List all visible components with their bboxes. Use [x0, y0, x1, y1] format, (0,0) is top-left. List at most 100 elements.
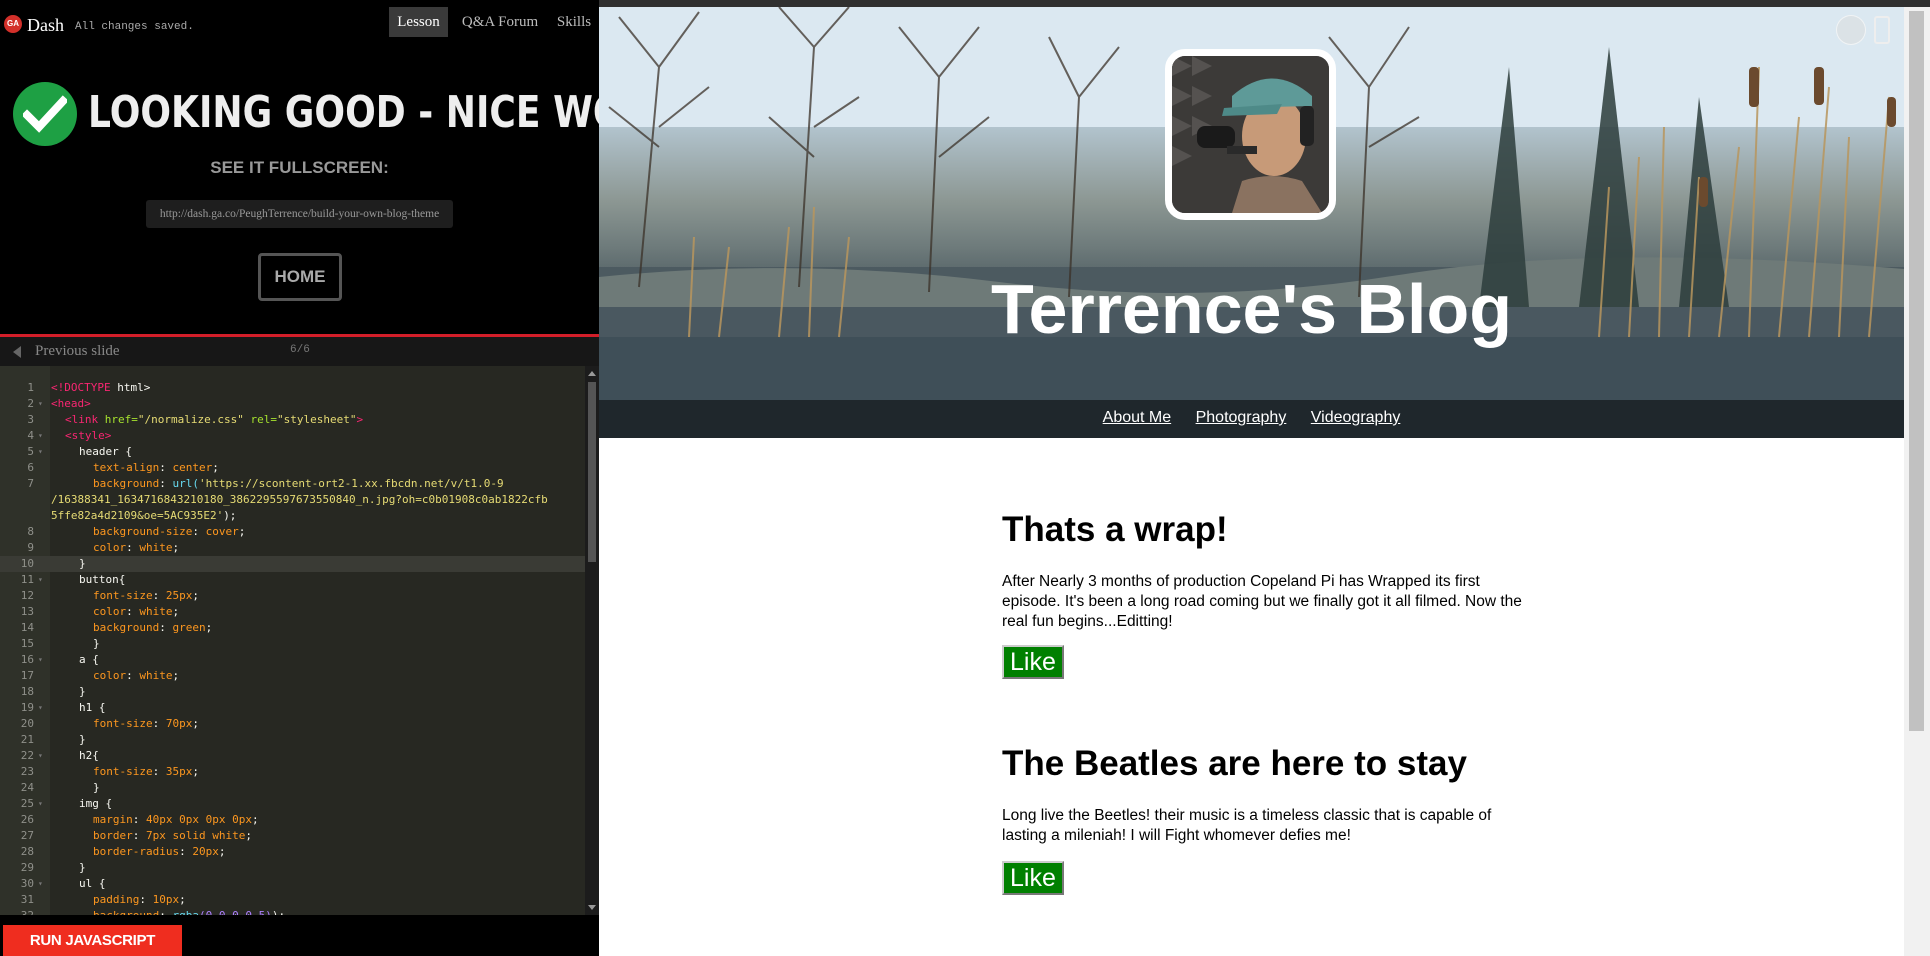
- code-line[interactable]: 20 font-size: 70px;: [0, 716, 585, 732]
- code-line[interactable]: 2 ▾ <head>: [0, 396, 585, 412]
- line-number: 31: [20, 893, 34, 906]
- line-number: 29: [20, 861, 34, 874]
- code-token: h1 {: [79, 701, 106, 714]
- success-panel: LOOKING GOOD - NICE WORK! SEE IT FULLSCR…: [0, 37, 696, 334]
- code-token: color: [93, 605, 127, 618]
- scroll-up-icon[interactable]: [588, 371, 596, 376]
- line-number: 14: [20, 621, 34, 634]
- line-number: 15: [20, 637, 34, 650]
- ga-logo-icon[interactable]: GA: [4, 15, 22, 33]
- code-line[interactable]: 24}: [0, 780, 585, 796]
- code-token: "stylesheet": [276, 413, 357, 426]
- code-line[interactable]: 12 font-size: 25px;: [0, 588, 585, 604]
- line-number: 23: [20, 765, 34, 778]
- blog-title: Terrence's Blog: [990, 270, 1513, 348]
- fold-arrow-icon[interactable]: ▾: [38, 748, 43, 764]
- code-line[interactable]: 23 font-size: 35px;: [0, 764, 585, 780]
- code-token: white: [139, 669, 173, 682]
- tab-skills[interactable]: Skills: [550, 7, 598, 37]
- run-javascript-button[interactable]: RUN JAVASCRIPT: [3, 925, 182, 956]
- code-token: 25px: [165, 589, 193, 602]
- code-token: ;: [245, 829, 252, 842]
- code-token: 40px 0px 0px 0px: [146, 813, 252, 826]
- code-line[interactable]: 8 background-size: cover;: [0, 524, 585, 540]
- tab-qa-forum[interactable]: Q&A Forum: [452, 7, 548, 37]
- code-line[interactable]: 5 ▾ header {: [0, 444, 585, 460]
- code-line[interactable]: 17 color: white;: [0, 668, 585, 684]
- nav-link-videography[interactable]: Videography: [1311, 400, 1401, 436]
- code-line[interactable]: 26 margin: 40px 0px 0px 0px;: [0, 812, 585, 828]
- code-line-wrap[interactable]: 5ffe82a4d2109&oe=5AC935E2');: [0, 508, 585, 524]
- code-token: border: [93, 829, 133, 842]
- code-token: "/normalize.css": [137, 413, 244, 426]
- code-editor[interactable]: 1 <!DOCTYPE html> 2 ▾ <head> 3 <link href="/no…: [0, 366, 599, 915]
- home-button[interactable]: HOME: [258, 253, 342, 301]
- chevron-left-icon[interactable]: [13, 346, 21, 358]
- code-token: :: [192, 525, 206, 538]
- fold-arrow-icon[interactable]: ▾: [38, 796, 43, 812]
- code-token: margin: [93, 813, 133, 826]
- like-button[interactable]: Like: [1002, 645, 1064, 679]
- tab-lesson[interactable]: Lesson: [389, 7, 448, 37]
- code-line[interactable]: 31 padding: 10px;: [0, 892, 585, 908]
- code-line[interactable]: 3 <link href="/normalize.css" rel="styles…: [0, 412, 585, 428]
- nav-link-about-me[interactable]: About Me: [1103, 400, 1171, 436]
- preview-scrollbar[interactable]: [1904, 7, 1930, 956]
- phone-icon[interactable]: [1874, 16, 1890, 44]
- fold-arrow-icon[interactable]: ▾: [38, 876, 43, 892]
- fold-arrow-icon[interactable]: ▾: [38, 652, 43, 668]
- code-token: color: [93, 669, 127, 682]
- fold-arrow-icon[interactable]: ▾: [38, 396, 43, 412]
- code-line-wrap[interactable]: /16388341_1634716843210180_3862295597673…: [0, 492, 585, 508]
- code-line[interactable]: 32background: rgba(0,0,0,0.5));: [0, 908, 585, 915]
- code-line[interactable]: 1 <!DOCTYPE html>: [0, 380, 585, 396]
- code-token: :: [126, 541, 140, 554]
- editor-scrollbar[interactable]: [585, 366, 599, 915]
- line-number: 18: [20, 685, 34, 698]
- code-line[interactable]: 16 ▾ a {: [0, 652, 585, 668]
- scroll-down-icon[interactable]: [588, 905, 596, 910]
- code-token: }: [79, 861, 86, 874]
- nav-link-photography[interactable]: Photography: [1196, 400, 1287, 436]
- code-line[interactable]: 6 text-align: center;: [0, 460, 585, 476]
- code-line[interactable]: 13 color: white;: [0, 604, 585, 620]
- code-line[interactable]: 22 ▾ h2{: [0, 748, 585, 764]
- code-line[interactable]: 25 ▾ img {: [0, 796, 585, 812]
- code-token: h2{: [79, 749, 99, 762]
- preview-scroll-thumb[interactable]: [1909, 11, 1924, 731]
- code-line[interactable]: 27 border: 7px solid white;: [0, 828, 585, 844]
- code-token: background-size: [93, 525, 193, 538]
- fold-arrow-icon[interactable]: ▾: [38, 572, 43, 588]
- code-line[interactable]: 11 ▾ button{: [0, 572, 585, 588]
- fold-arrow-icon[interactable]: ▾: [38, 444, 43, 460]
- code-token: :: [126, 605, 140, 618]
- previous-slide-link[interactable]: Previous slide: [35, 343, 120, 360]
- fold-arrow-icon[interactable]: ▾: [38, 428, 43, 444]
- code-token: ;: [212, 461, 219, 474]
- save-status: All changes saved.: [75, 21, 194, 33]
- code-line[interactable]: 4 ▾ <style>: [0, 428, 585, 444]
- line-number: 21: [20, 733, 34, 746]
- code-token: >: [356, 413, 364, 426]
- code-line[interactable]: 9 color: white;: [0, 540, 585, 556]
- code-token: ;: [192, 717, 199, 730]
- code-token: white: [139, 605, 173, 618]
- code-line[interactable]: 7 background: url('https://scontent-ort2-…: [0, 476, 585, 492]
- code-line[interactable]: 10}: [0, 556, 585, 572]
- code-line[interactable]: 18}: [0, 684, 585, 700]
- code-line[interactable]: 19 ▾ h1 {: [0, 700, 585, 716]
- line-number: 3: [27, 413, 34, 426]
- code-line[interactable]: 14 background: green;: [0, 620, 585, 636]
- code-line[interactable]: 28 border-radius: 20px;: [0, 844, 585, 860]
- code-line[interactable]: 21}: [0, 732, 585, 748]
- fullscreen-url-field[interactable]: http://dash.ga.co/PeughTerrence/build-yo…: [146, 200, 453, 228]
- fold-arrow-icon[interactable]: ▾: [38, 700, 43, 716]
- code-line[interactable]: 30 ▾ ul {: [0, 876, 585, 892]
- editor-scroll-thumb[interactable]: [588, 382, 596, 562]
- app-name[interactable]: Dash: [27, 15, 64, 36]
- like-button[interactable]: Like: [1002, 861, 1064, 895]
- code-line[interactable]: 29}: [0, 860, 585, 876]
- code-line[interactable]: 15}: [0, 636, 585, 652]
- circle-icon[interactable]: [1836, 15, 1866, 45]
- code-token: center: [172, 461, 213, 474]
